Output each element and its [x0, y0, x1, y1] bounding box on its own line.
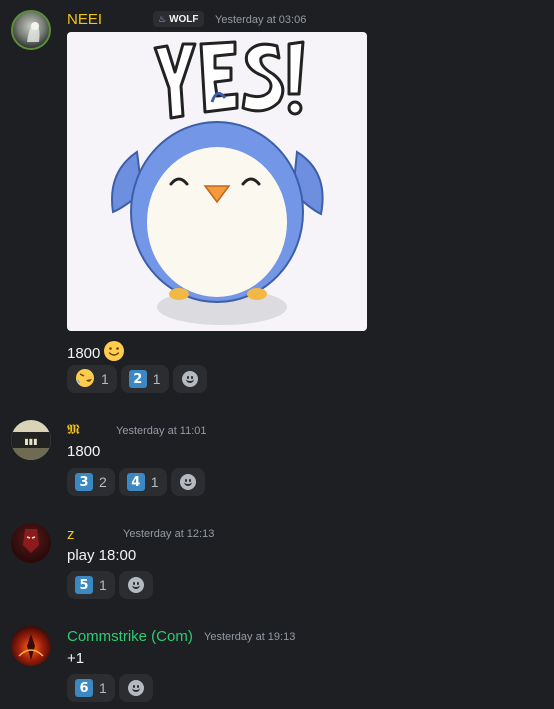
timestamp: Yesterday at 03:06 [215, 14, 307, 26]
reaction-keycap-5[interactable]: 5 1 [67, 571, 115, 599]
add-reaction-icon [127, 680, 144, 696]
add-reaction-button[interactable] [118, 571, 153, 599]
avatar-image: ▮▮▮ [11, 432, 51, 460]
keycap-5-icon: 5 [75, 576, 93, 594]
message-text-value: 1800 [67, 344, 101, 362]
message-text: 1800 [67, 443, 101, 460]
avatar-commstrike[interactable] [11, 626, 51, 666]
reaction-count: 1 [101, 371, 109, 387]
author-name[interactable]: Commstrike (Com) [67, 628, 193, 645]
avatar-m[interactable]: ▮▮▮ [11, 420, 51, 460]
timestamp: Yesterday at 19:13 [204, 631, 296, 643]
timestamp: Yesterday at 11:01 [116, 425, 207, 437]
reaction-count: 1 [99, 680, 107, 696]
reaction-keycap-3[interactable]: 3 2 [67, 468, 115, 496]
message-3: z Yesterday at 12:13 play 18:00 5 1 [0, 513, 554, 613]
yes-lettering [153, 40, 305, 120]
author-name[interactable]: NEEI [67, 11, 102, 28]
add-reaction-icon [179, 474, 196, 490]
flame-icon: ♨ [158, 13, 167, 24]
reaction-count: 1 [99, 577, 107, 593]
avatar-z[interactable] [11, 523, 51, 563]
keycap-4-icon: 4 [126, 473, 145, 491]
reactions-bar: 1 2 1 [67, 365, 207, 393]
message-text: +1 [67, 650, 85, 667]
timestamp: Yesterday at 12:13 [123, 528, 215, 540]
message-4: Commstrike (Com) Yesterday at 19:13 +1 6… [0, 616, 554, 709]
avatar-neei[interactable] [11, 10, 51, 50]
gif-attachment[interactable] [67, 32, 367, 331]
keycap-6-icon: 6 [75, 679, 93, 697]
reaction-keycap-6[interactable]: 6 1 [67, 674, 115, 702]
reaction-keycap-2[interactable]: 2 1 [120, 365, 169, 393]
add-reaction-button[interactable] [170, 468, 205, 496]
avatar-image [23, 529, 39, 553]
keycap-3-icon: 3 [75, 473, 93, 491]
reactions-bar: 6 1 [67, 674, 153, 702]
reaction-rolling-laughing[interactable]: 1 [67, 365, 117, 393]
message-2: ▮▮▮ 𝕸 Yesterday at 11:01 1800 3 2 4 1 [0, 410, 554, 510]
penguin-gif-image [111, 40, 324, 325]
keycap-2-icon: 2 [128, 370, 147, 388]
reaction-count: 1 [152, 371, 161, 387]
guild-tag-badge[interactable]: ♨ WOLF [153, 11, 204, 27]
add-reaction-icon [127, 577, 144, 593]
slightly-smiling-face-icon [103, 340, 125, 366]
message-text: 1800 [67, 340, 125, 366]
reaction-keycap-4[interactable]: 4 1 [118, 468, 167, 496]
reactions-bar: 3 2 4 1 [67, 468, 205, 496]
author-name[interactable]: 𝕸 [67, 422, 80, 438]
author-name[interactable]: z [67, 526, 75, 543]
add-reaction-icon [181, 371, 198, 387]
add-reaction-button[interactable] [118, 674, 153, 702]
add-reaction-button[interactable] [172, 365, 207, 393]
reactions-bar: 5 1 [67, 571, 153, 599]
avatar-image [18, 634, 44, 660]
rolling-on-floor-laughing-icon [75, 368, 95, 391]
avatar-image [27, 22, 40, 42]
reaction-count: 1 [150, 474, 159, 490]
reaction-count: 2 [99, 474, 107, 490]
guild-tag-label: WOLF [169, 13, 199, 25]
message-1: NEEI ♨ WOLF Yesterday at 03:06 1800 1 2 … [0, 0, 554, 400]
message-text: play 18:00 [67, 547, 137, 564]
svg-text:▮▮▮: ▮▮▮ [24, 437, 37, 446]
